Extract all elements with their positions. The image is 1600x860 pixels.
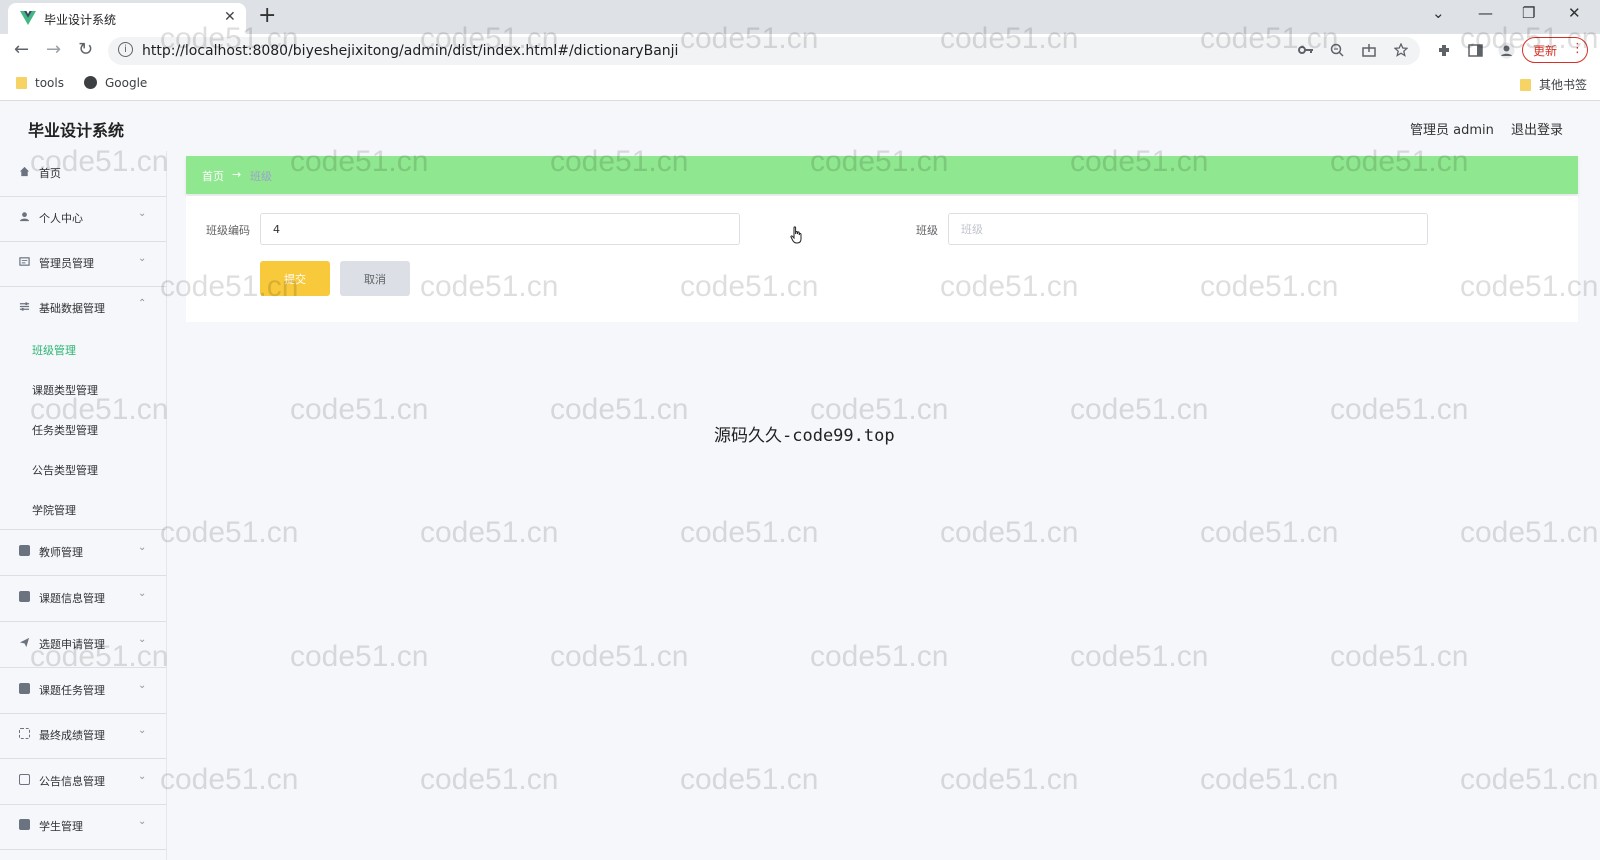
class-code-label: 班级编码: [206, 224, 250, 237]
sidebar-item-topics[interactable]: 课题信息管理 ⌄: [0, 576, 166, 622]
sidebar-sub-class[interactable]: 班级管理: [0, 329, 166, 369]
sliders-icon: [19, 302, 30, 311]
address-bar[interactable]: i http://localhost:8080/biyeshejixitong/…: [108, 37, 1420, 65]
site-info-icon[interactable]: i: [118, 42, 133, 57]
breadcrumb-current: 班级: [250, 170, 272, 183]
sidebar-item-teachers[interactable]: 教师管理 ⌄: [0, 530, 166, 576]
score-icon: [19, 728, 30, 739]
url-text[interactable]: http://localhost:8080/biyeshejixitong/ad…: [142, 43, 678, 59]
sidebar-sub-college[interactable]: 学院管理: [0, 489, 166, 530]
chevron-down-icon: ⌄: [138, 253, 147, 264]
sidebar-item-students[interactable]: 学生管理 ⌄: [0, 804, 166, 850]
sidebar-item-admins[interactable]: 管理员管理 ⌄: [0, 241, 166, 287]
folder-icon: [16, 77, 27, 89]
teacher-icon: [19, 545, 30, 556]
chevron-down-icon: ⌄: [138, 588, 147, 599]
submit-button[interactable]: 提交: [260, 261, 330, 296]
bookmark-google[interactable]: Google: [84, 76, 147, 90]
main-content: 首页 → 班级 班级编码 班级 提交 取消: [166, 151, 1600, 860]
overlay-watermark-text: 源码久久-code99.top: [714, 426, 895, 446]
notice-icon: [19, 774, 30, 785]
current-user: 管理员 admin: [1410, 123, 1494, 138]
extensions-icon[interactable]: [1437, 43, 1452, 58]
user-icon: [19, 212, 30, 222]
breadcrumb-home[interactable]: 首页: [202, 168, 224, 184]
task-icon: [19, 683, 30, 694]
browser-tab[interactable]: 毕业设计系统 ✕: [8, 3, 246, 34]
class-form: 班级编码 班级 提交 取消: [186, 196, 1578, 322]
sidebar-item-scores[interactable]: 最终成绩管理 ⌄: [0, 713, 166, 759]
minimize-button[interactable]: —: [1478, 4, 1493, 22]
key-icon[interactable]: [1298, 43, 1314, 57]
chevron-down-icon: ⌄: [138, 634, 147, 645]
forward-button[interactable]: →: [46, 39, 61, 60]
home-icon: [19, 166, 30, 177]
zoom-icon[interactable]: [1330, 43, 1344, 57]
vue-logo-icon: [20, 11, 36, 25]
student-icon: [19, 819, 30, 830]
update-label: 更新: [1533, 44, 1558, 58]
send-icon: [19, 637, 30, 648]
folder-icon: [1520, 79, 1531, 91]
admin-icon: [19, 257, 30, 266]
sidebar-sub-task-type[interactable]: 任务类型管理: [0, 409, 166, 449]
sidebar-item-basic-data[interactable]: 基础数据管理 ⌃: [0, 286, 166, 331]
star-icon[interactable]: [1394, 43, 1408, 57]
sidebar-item-home[interactable]: 首页: [0, 151, 166, 197]
browser-toolbar: ← → ↻ i http://localhost:8080/biyeshejix…: [0, 34, 1600, 68]
chevron-down-icon: ⌄: [138, 771, 147, 782]
topic-icon: [19, 591, 30, 602]
breadcrumb-separator: →: [232, 168, 242, 181]
back-button[interactable]: ←: [14, 39, 29, 60]
restore-button[interactable]: ❐: [1522, 4, 1535, 22]
bookmark-tools[interactable]: tools: [16, 76, 64, 90]
browser-tab-strip: 毕业设计系统 ✕ + ⌄ — ❐ ✕: [0, 0, 1600, 34]
logout-link[interactable]: 退出登录: [1511, 119, 1563, 138]
tab-title: 毕业设计系统: [44, 13, 117, 27]
sidebar-item-applications[interactable]: 选题申请管理 ⌄: [0, 622, 166, 668]
sidebar-item-profile[interactable]: 个人中心 ⌄: [0, 196, 166, 242]
update-button[interactable]: 更新 ⋮: [1522, 37, 1588, 63]
class-name-label: 班级: [916, 224, 938, 237]
sidebar-sub-notice-type[interactable]: 公告类型管理: [0, 449, 166, 489]
bookmarks-bar: tools Google 其他书签: [0, 68, 1600, 101]
chevron-down-icon: ⌄: [138, 680, 147, 691]
sidebar-item-notices[interactable]: 公告信息管理 ⌄: [0, 759, 166, 805]
close-window-button[interactable]: ✕: [1568, 4, 1581, 22]
new-tab-button[interactable]: +: [258, 3, 276, 28]
sidepanel-icon[interactable]: [1468, 43, 1483, 58]
share-icon[interactable]: [1362, 43, 1376, 57]
hand-cursor-icon: [790, 226, 802, 244]
reload-button[interactable]: ↻: [78, 39, 93, 60]
chevron-down-icon: ⌄: [138, 816, 147, 827]
app-header: 毕业设计系统 管理员 admin 退出登录: [0, 101, 1600, 151]
sidebar-sub-topic-type[interactable]: 课题类型管理: [0, 369, 166, 409]
chevron-down-icon: ⌄: [138, 542, 147, 553]
profile-icon[interactable]: [1498, 42, 1515, 59]
app-title: 毕业设计系统: [28, 121, 125, 140]
globe-icon: [84, 76, 97, 89]
breadcrumb: 首页 → 班级: [186, 156, 1578, 194]
cancel-button[interactable]: 取消: [340, 261, 410, 296]
other-bookmarks[interactable]: 其他书签: [1520, 76, 1587, 93]
more-menu-icon: ⋮: [1571, 41, 1584, 56]
chevron-down-icon: ⌄: [138, 208, 147, 219]
close-tab-icon[interactable]: ✕: [224, 9, 236, 25]
class-name-input[interactable]: [948, 213, 1428, 245]
chevron-up-icon: ⌃: [138, 298, 147, 309]
tab-search-icon[interactable]: ⌄: [1432, 4, 1445, 22]
chevron-down-icon: ⌄: [138, 725, 147, 736]
sidebar-menu: 首页 个人中心 ⌄ 管理员管理 ⌄ 基础数据管理 ⌃ 班级管理 课题类型管理 任…: [0, 151, 167, 860]
sidebar-item-tasks[interactable]: 课题任务管理 ⌄: [0, 668, 166, 714]
class-code-input[interactable]: [260, 213, 740, 245]
